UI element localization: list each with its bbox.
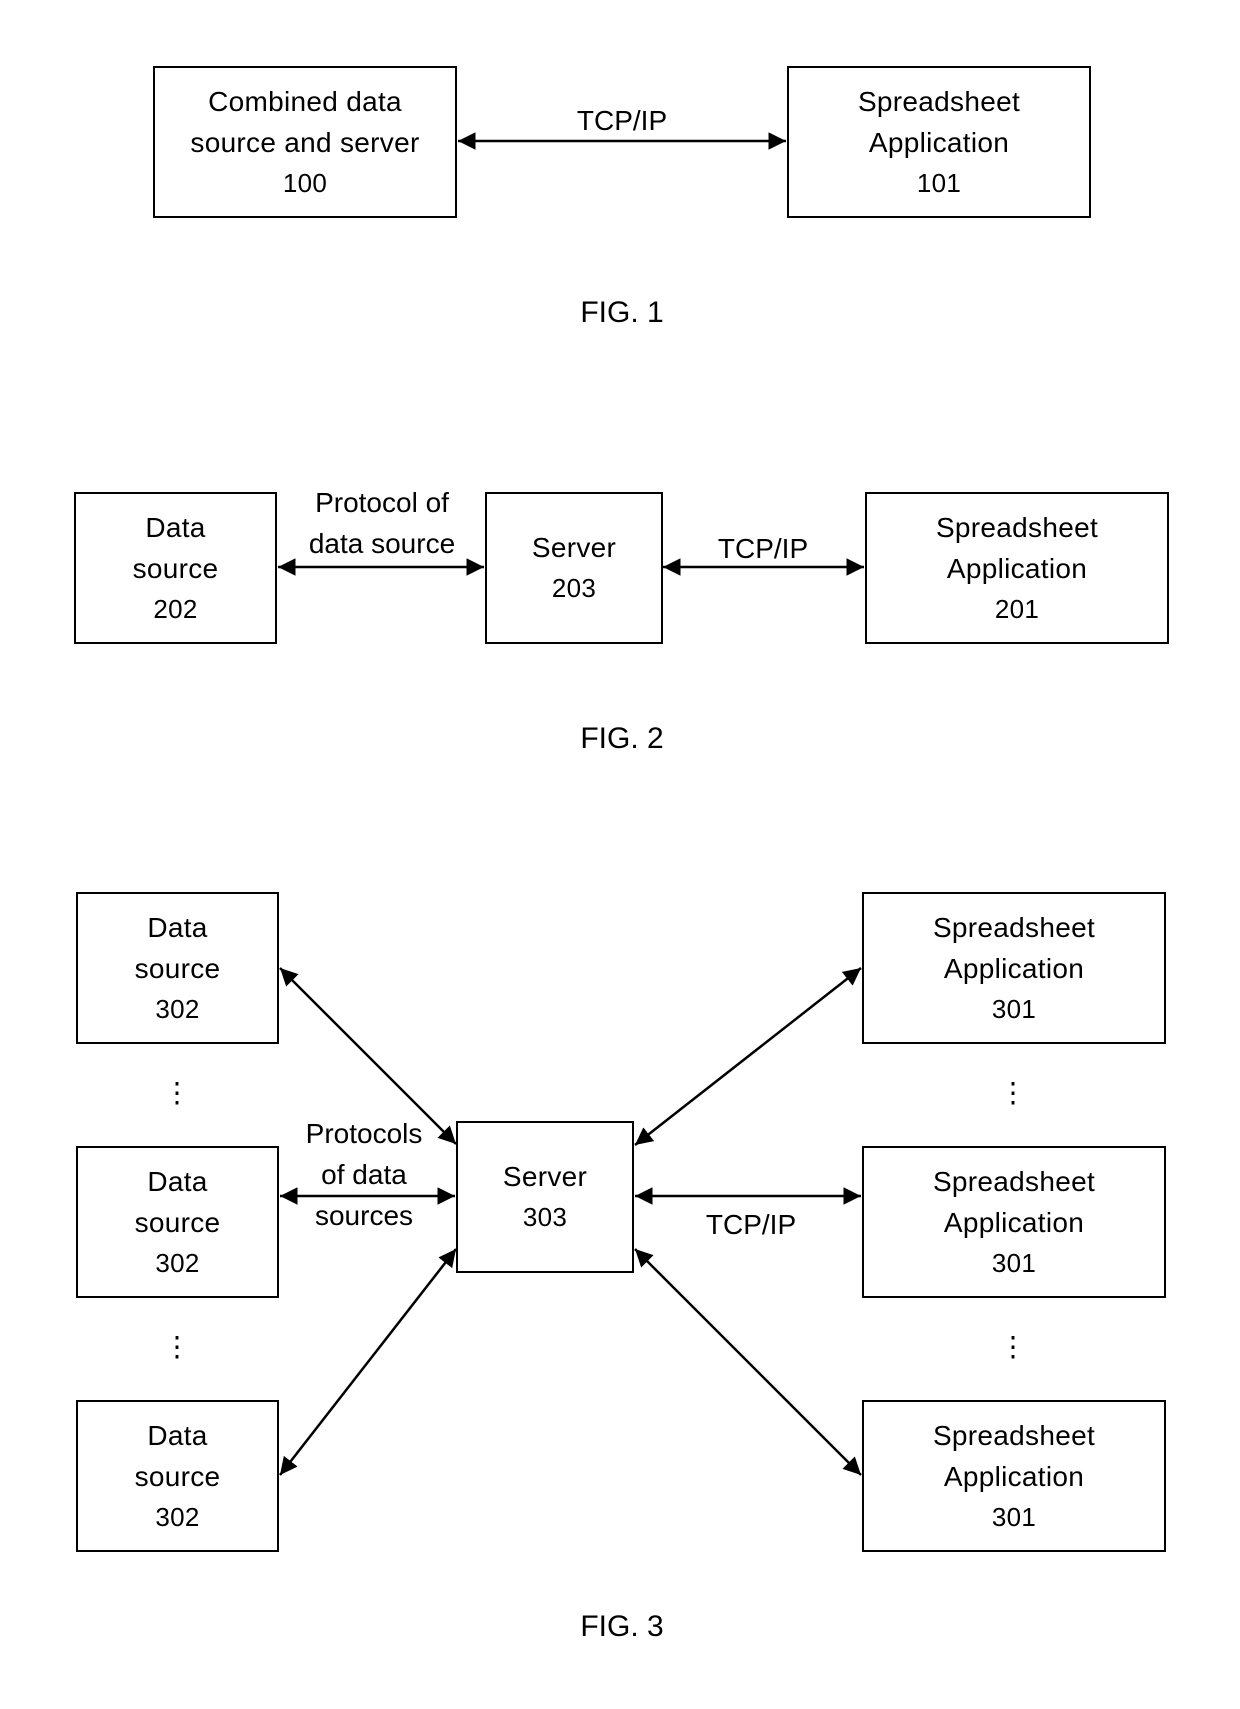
reference-number: 201	[994, 593, 1040, 624]
box-label: Spreadsheet	[932, 911, 1096, 943]
reference-number: 203	[551, 573, 597, 603]
box-label: Combined data	[208, 85, 402, 117]
box-label: Application	[943, 1206, 1085, 1238]
fig2-data-source-box: Data source 202	[74, 492, 277, 644]
fig3-data-source-box: Data source 302	[76, 892, 279, 1044]
box-label: Server	[502, 1161, 588, 1192]
reference-number: 301	[991, 1501, 1037, 1532]
fig3-tcpip-label: TCP/IP	[705, 1209, 797, 1240]
reference-number: 303	[522, 1202, 568, 1232]
reference-number: 202	[153, 593, 198, 624]
fig2-caption: FIG. 2	[580, 722, 664, 755]
box-label: Application	[868, 126, 1010, 158]
box-label: source	[132, 552, 219, 584]
reference-number: 101	[916, 167, 962, 198]
box-label: Data	[147, 911, 208, 943]
fig3-arrow-ds3-server	[279, 1248, 457, 1476]
box-label: Data	[147, 1165, 208, 1197]
box-label: Application	[943, 952, 1085, 984]
fig3-arrow-server-sa3	[634, 1248, 862, 1476]
reference-number: 302	[155, 993, 200, 1024]
reference-number: 302	[155, 1247, 200, 1278]
box-label: Spreadsheet	[935, 511, 1099, 543]
fig3-protocols-label: Protocols of data sources	[306, 1113, 423, 1236]
label-line: Protocols	[305, 1118, 423, 1149]
fig1-spreadsheet-application-box: Spreadsheet Application 101	[787, 66, 1091, 218]
fig3-data-source-box: Data source 302	[76, 1400, 279, 1552]
fig3-caption: FIG. 3	[580, 1610, 664, 1643]
reference-number: 301	[991, 993, 1037, 1024]
fig2-server-box: Server 203	[485, 492, 663, 644]
fig3-spreadsheet-application-box: Spreadsheet Application 301	[862, 892, 1166, 1044]
box-label: Spreadsheet	[932, 1419, 1096, 1451]
label-line: sources	[314, 1200, 414, 1231]
box-label: Spreadsheet	[857, 85, 1021, 117]
fig1-combined-source-server-box: Combined data source and server 100	[153, 66, 457, 218]
box-label: Data	[147, 1419, 208, 1451]
ellipsis-icon: ⋮	[163, 1331, 191, 1362]
box-label: source	[134, 952, 221, 984]
fig1-caption: FIG. 1	[580, 296, 664, 329]
box-label: Application	[946, 552, 1088, 584]
box-label: Application	[943, 1460, 1085, 1492]
reference-number: 100	[282, 167, 328, 198]
label-line: Protocol of	[315, 487, 449, 518]
fig2-tcpip-label: TCP/IP	[717, 533, 809, 564]
fig1-tcpip-label: TCP/IP	[576, 105, 668, 136]
fig3-data-source-box: Data source 302	[76, 1146, 279, 1298]
ellipsis-icon: ⋮	[999, 1077, 1027, 1108]
box-label: Data	[145, 511, 206, 543]
fig2-protocol-label: Protocol of data source	[309, 482, 455, 564]
label-line: of data	[321, 1159, 407, 1190]
fig3-spreadsheet-application-box: Spreadsheet Application 301	[862, 1400, 1166, 1552]
fig3-spreadsheet-application-box: Spreadsheet Application 301	[862, 1146, 1166, 1298]
fig3-arrow-server-sa1	[634, 967, 862, 1146]
ellipsis-icon: ⋮	[999, 1331, 1027, 1362]
fig3-server-box: Server 303	[456, 1121, 634, 1273]
label-line: data source	[308, 528, 456, 559]
box-label: Server	[531, 532, 617, 563]
box-label: source and server	[190, 126, 420, 158]
box-label: source	[134, 1206, 221, 1238]
ellipsis-icon: ⋮	[163, 1077, 191, 1108]
fig2-spreadsheet-application-box: Spreadsheet Application 201	[865, 492, 1169, 644]
box-label: source	[134, 1460, 221, 1492]
box-label: Spreadsheet	[932, 1165, 1096, 1197]
reference-number: 302	[155, 1501, 200, 1532]
reference-number: 301	[991, 1247, 1037, 1278]
